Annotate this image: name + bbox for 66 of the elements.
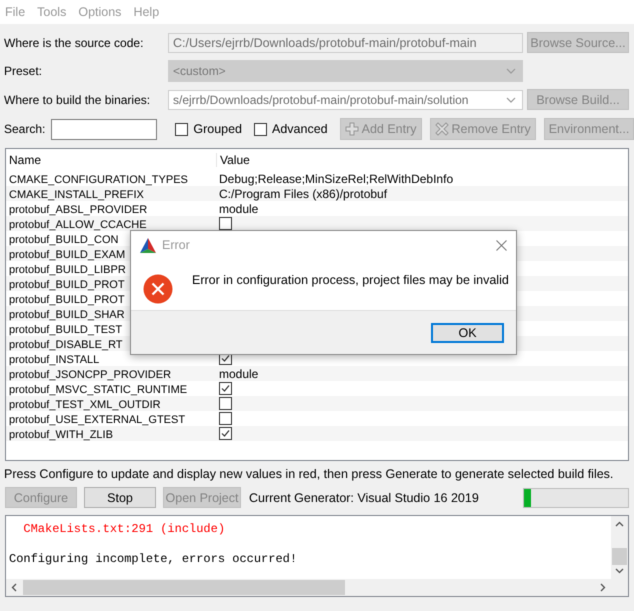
preset-dropdown[interactable]: <custom> xyxy=(168,60,523,82)
log-line: CMakeLists.txt:291 (include) xyxy=(22,522,226,537)
menu-item[interactable]: Tools xyxy=(34,5,74,19)
field-label: Where to build the binaries: xyxy=(4,92,152,106)
hint-text: Press Configure to update and display new values in red, then press Generate to generate selected build files. xyxy=(3,466,614,481)
checkbox[interactable] xyxy=(219,382,232,395)
app-logo-icon xyxy=(140,238,156,252)
vertical-scrollbar[interactable] xyxy=(611,516,628,579)
chevron-down-icon xyxy=(506,68,516,74)
scroll-right-icon[interactable] xyxy=(600,583,606,592)
table-cell: CMAKE_CONFIGURATION_TYPES xyxy=(9,174,188,186)
scroll-down-icon[interactable] xyxy=(615,568,624,574)
checkbox[interactable] xyxy=(219,217,232,230)
table-cell: protobuf_BUILD_SHAR xyxy=(9,308,125,320)
cross-icon xyxy=(434,122,449,136)
table-cell: CMAKE_INSTALL_PREFIX xyxy=(9,188,144,200)
search-field[interactable] xyxy=(51,118,158,140)
table-cell: protobuf_JSONCPP_PROVIDER xyxy=(9,368,172,380)
checkbox-label: Grouped xyxy=(193,122,242,136)
table-cell: protobuf_BUILD_PROT xyxy=(9,294,125,306)
scroll-up-icon[interactable] xyxy=(615,521,624,527)
dialog-title: Error xyxy=(162,238,190,252)
table-cell: module xyxy=(219,366,258,380)
table-cell: module xyxy=(219,202,258,216)
table-cell: protobuf_INSTALL xyxy=(9,354,100,366)
generator-label: Current Generator: Visual Studio 16 2019 xyxy=(249,490,479,504)
menu-item[interactable]: Options xyxy=(75,5,128,19)
error-message: Error in configuration process, project files may be invalid xyxy=(192,272,509,286)
table-cell: protobuf_BUILD_PROT xyxy=(9,278,125,290)
menu-item[interactable]: Help xyxy=(130,5,166,19)
ok-button[interactable]: OK xyxy=(431,322,504,342)
checkbox[interactable] xyxy=(219,412,232,425)
scroll-left-icon[interactable] xyxy=(11,583,17,592)
checkbox[interactable] xyxy=(219,397,232,410)
table-cell: C:/Program Files (x86)/protobuf xyxy=(219,186,388,200)
horizontal-scrollbar[interactable] xyxy=(6,579,611,596)
column-header: Name xyxy=(6,153,217,167)
checkbox[interactable] xyxy=(219,427,232,440)
table-cell: protobuf_MSVC_STATIC_RUNTIME xyxy=(9,384,188,396)
table-cell: protobuf_BUILD_TEST xyxy=(9,324,122,336)
plus-icon xyxy=(344,122,359,136)
field-label: Where is the source code: xyxy=(4,36,144,50)
table-cell: protobuf_BUILD_CON xyxy=(9,234,118,246)
action-button[interactable]: Stop xyxy=(84,487,156,508)
checkbox[interactable] xyxy=(175,122,188,136)
table-cell: protobuf_ABSL_PROVIDER xyxy=(9,204,148,216)
chevron-down-icon xyxy=(506,96,516,102)
search-label: Search: xyxy=(4,122,46,136)
table-cell: protobuf_ALLOW_CCACHE xyxy=(9,218,147,230)
error-icon xyxy=(143,274,173,304)
table-cell: protobuf_BUILD_LIBPR xyxy=(9,264,126,276)
checkbox[interactable] xyxy=(254,122,268,136)
scrollbar-thumb[interactable] xyxy=(23,580,345,595)
table-cell: protobuf_TEST_XML_OUTDIR xyxy=(9,398,161,410)
column-header: Value xyxy=(219,153,250,167)
log-line: Configuring incomplete, errors occurred! xyxy=(9,552,298,567)
field-label: Preset: xyxy=(4,64,44,78)
scrollbar-thumb[interactable] xyxy=(612,548,627,565)
table-cell: Debug;Release;MinSizeRel;RelWithDebInfo xyxy=(219,172,454,186)
table-cell: protobuf_USE_EXTERNAL_GTEST xyxy=(9,414,186,426)
close-icon[interactable] xyxy=(496,240,507,250)
table-cell: protobuf_BUILD_EXAM xyxy=(9,248,126,260)
menu-item[interactable]: File xyxy=(2,5,32,19)
checkbox-label: Advanced xyxy=(272,122,328,136)
table-cell: protobuf_DISABLE_RT xyxy=(9,338,123,350)
table-cell: protobuf_WITH_ZLIB xyxy=(9,428,113,440)
